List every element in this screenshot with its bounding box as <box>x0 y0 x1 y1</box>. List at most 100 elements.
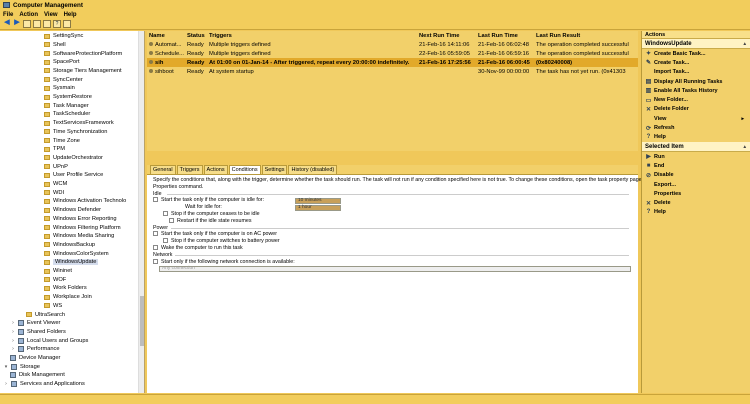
action-item[interactable]: ▶ Run <box>642 152 750 161</box>
network-checkbox[interactable] <box>153 259 158 265</box>
wake-checkbox[interactable] <box>153 245 158 251</box>
action-item[interactable]: ? Help <box>642 133 750 142</box>
tree-item[interactable]: Device Manager <box>10 354 60 362</box>
action-item[interactable]: ✕ Delete <box>642 198 750 207</box>
stop-idle-checkbox[interactable] <box>163 211 168 217</box>
column-header[interactable]: Name <box>147 33 185 39</box>
tab-history[interactable]: History (disabled) <box>288 165 338 174</box>
tree-item[interactable]: Windows Activation Technolo <box>44 197 126 205</box>
tree-item[interactable]: SoftwareProtectionPlatform <box>44 49 122 57</box>
tree-item[interactable]: TaskScheduler <box>44 110 90 118</box>
network-select[interactable]: Any connection <box>159 266 631 272</box>
action-item[interactable]: Properties <box>642 189 750 198</box>
tree-item[interactable]: WindowsBackup <box>44 241 95 249</box>
tab-actions[interactable]: Actions <box>203 165 228 174</box>
tree-scrollbar[interactable] <box>138 31 144 393</box>
actions-section-selected-item[interactable]: Selected Item ▴ <box>642 141 750 152</box>
tree-item[interactable]: › Event Viewer <box>10 319 60 327</box>
battery-checkbox[interactable] <box>163 238 168 244</box>
tree-item[interactable]: ▾ Storage <box>3 363 40 371</box>
idle-start-checkbox[interactable] <box>153 197 158 203</box>
tree-item[interactable]: WCM <box>44 180 67 188</box>
tree-item[interactable]: SystemRestore <box>44 93 92 101</box>
action-item[interactable]: ⟳ Refresh <box>642 123 750 132</box>
tree-item[interactable]: WOF <box>44 276 66 284</box>
column-header[interactable]: Last Run Time <box>476 33 534 39</box>
tree-item[interactable]: Wininet <box>44 267 72 275</box>
action-item[interactable]: Import Task... <box>642 68 750 77</box>
action-pane-icon[interactable] <box>63 20 71 28</box>
tab-conditions[interactable]: Conditions <box>228 165 261 174</box>
tree-item[interactable]: › Shared Folders <box>10 328 66 336</box>
action-item[interactable]: ▭ New Folder... <box>642 95 750 104</box>
forward-arrow-icon[interactable]: ▶ <box>13 19 21 28</box>
column-header[interactable]: Status <box>185 33 207 39</box>
tree-item[interactable]: › Services and Applications <box>3 380 85 388</box>
collapse-icon[interactable]: ▴ <box>743 39 746 49</box>
tree-item[interactable]: TPM <box>44 145 65 153</box>
menu-action[interactable]: Action <box>19 12 38 18</box>
tree-item[interactable]: › Local Users and Groups <box>10 337 88 345</box>
table-row[interactable]: sih Ready At 01:00 on 01-Jan-14 - After tr… <box>147 58 638 67</box>
tree-item[interactable]: WindowsColorSystem <box>44 250 109 258</box>
wait-idle-select[interactable]: 1 hour <box>295 205 341 211</box>
actions-section-windowsupdate[interactable]: WindowsUpdate ▴ <box>642 39 750 49</box>
tree-item[interactable]: Shell <box>44 41 66 49</box>
back-arrow-icon[interactable]: ◀ <box>3 19 11 28</box>
expand-arrow-icon[interactable]: › <box>10 338 16 344</box>
action-item[interactable]: View ▸ <box>642 114 750 123</box>
tree-item[interactable]: Workplace Join <box>44 293 92 301</box>
tree-item[interactable]: UPnP <box>44 163 68 171</box>
expand-arrow-icon[interactable]: › <box>10 320 16 326</box>
help-icon[interactable]: ? <box>53 20 61 28</box>
tree-item[interactable]: UpdateOrchestrator <box>44 154 103 162</box>
collapse-icon[interactable]: ▴ <box>743 142 746 152</box>
tree-item[interactable]: SpacePort <box>44 58 80 66</box>
tree-item[interactable]: Windows Filtering Platform <box>44 223 121 231</box>
tree-item[interactable]: TextServicesFramework <box>44 119 114 127</box>
action-item[interactable]: ▤ Display All Running Tasks <box>642 77 750 86</box>
action-item[interactable]: ▥ Enable All Tasks History <box>642 86 750 95</box>
action-item[interactable]: ✕ Delete Folder <box>642 105 750 114</box>
table-row[interactable]: sihboot Ready At system startup 30-Nov-99 0… <box>147 67 638 76</box>
menu-help[interactable]: Help <box>64 12 77 18</box>
menu-view[interactable]: View <box>44 12 58 18</box>
tree-scrollbar-thumb[interactable] <box>140 296 144 346</box>
tree-item[interactable]: Work Folders <box>44 284 87 292</box>
tree-item[interactable]: Windows Media Sharing <box>44 232 114 240</box>
tree-item[interactable]: User Profile Service <box>44 171 103 179</box>
expand-arrow-icon[interactable]: › <box>10 346 16 352</box>
tree-item[interactable]: Time Synchronization <box>44 128 107 136</box>
action-item[interactable]: Export... <box>642 180 750 189</box>
action-item[interactable]: ■ End <box>642 161 750 170</box>
tree-item[interactable]: Time Zone <box>44 136 80 144</box>
table-row[interactable]: Automat... Ready Multiple triggers defined… <box>147 40 638 49</box>
ac-power-checkbox[interactable] <box>153 231 158 237</box>
expand-arrow-icon[interactable]: › <box>10 329 16 335</box>
action-item[interactable]: ⊘ Disable <box>642 171 750 180</box>
tree-item[interactable]: WS <box>44 302 62 310</box>
column-header[interactable]: Triggers <box>207 33 417 39</box>
column-header[interactable]: Next Run Time <box>417 33 476 39</box>
tab-general[interactable]: General <box>150 165 176 174</box>
tree-item[interactable]: SettingSync <box>44 32 83 40</box>
action-item[interactable]: ? Help <box>642 208 750 217</box>
action-item[interactable]: ✎ Create Task... <box>642 58 750 67</box>
tree-item[interactable]: Sysmain <box>44 84 75 92</box>
tree-item[interactable]: WindowsUpdate <box>44 258 99 266</box>
expand-arrow-icon[interactable]: › <box>3 381 9 387</box>
tree-item[interactable]: Disk Management <box>10 371 65 379</box>
tab-settings[interactable]: Settings <box>261 165 288 174</box>
tree-item[interactable]: Windows Defender <box>44 206 101 214</box>
column-header[interactable]: Last Run Result <box>534 33 634 39</box>
idle-duration-select[interactable]: 10 minutes <box>295 198 341 204</box>
collapse-arrow-icon[interactable]: ▾ <box>3 364 9 370</box>
table-row[interactable]: Schedule... Ready Multiple triggers define… <box>147 49 638 58</box>
menu-file[interactable]: File <box>3 12 13 18</box>
action-item[interactable]: ✦ Create Basic Task... <box>642 49 750 58</box>
properties-icon[interactable] <box>43 20 51 28</box>
tree-item[interactable]: SyncCenter <box>44 76 83 84</box>
tree-item[interactable]: › Performance <box>10 345 60 353</box>
tree-item[interactable]: Windows Error Reporting <box>44 215 117 223</box>
show-hide-tree-icon[interactable] <box>33 20 41 28</box>
